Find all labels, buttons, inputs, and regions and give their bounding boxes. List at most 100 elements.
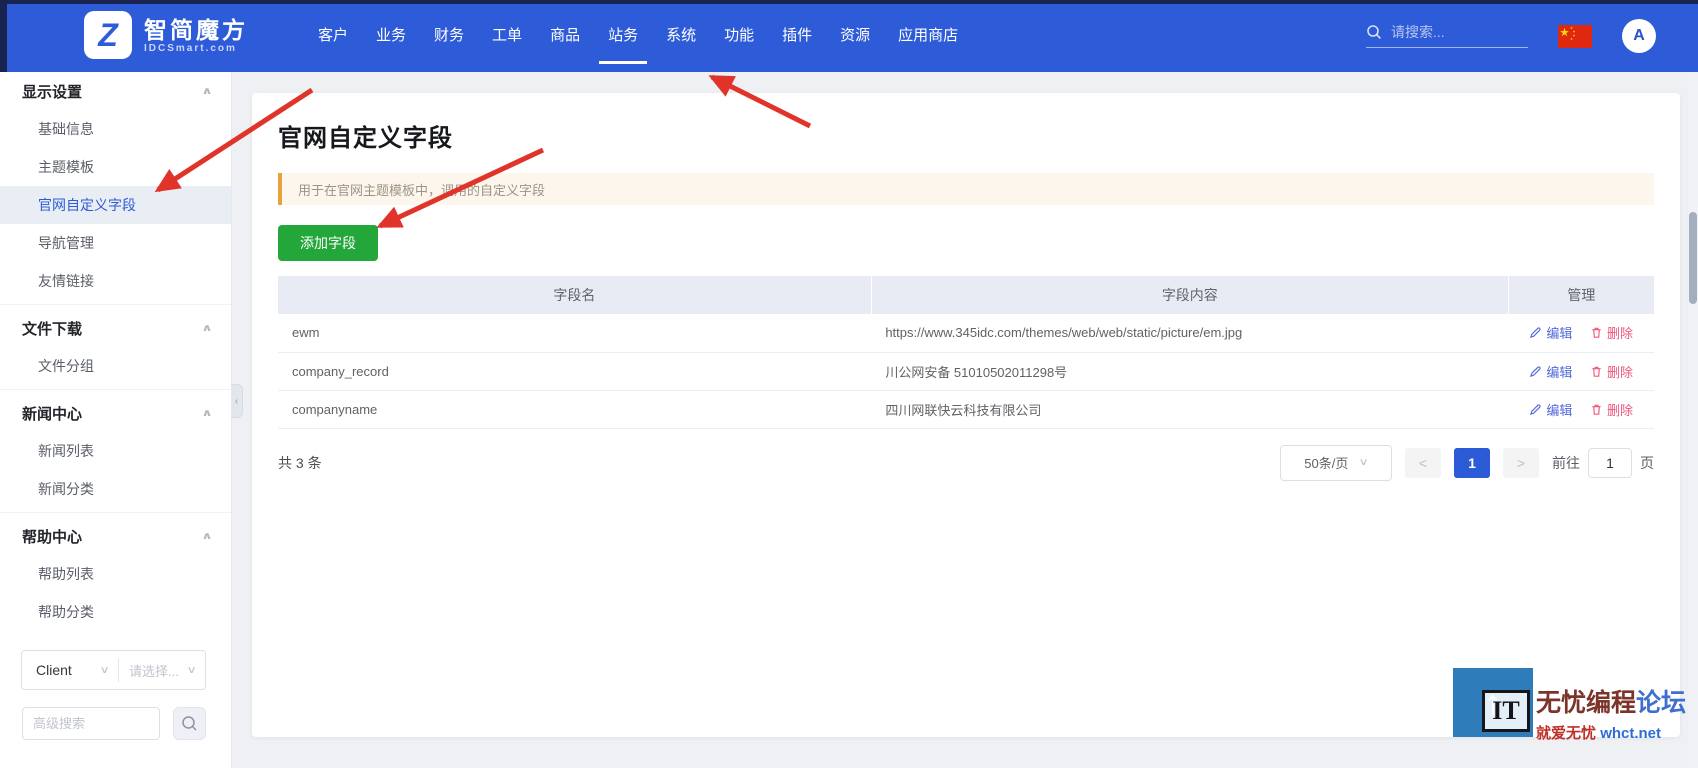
field-content-cell: 四川网联快云科技有限公司 bbox=[871, 390, 1508, 428]
content-card: 官网自定义字段 用于在官网主题模板中，调用的自定义字段 添加字段 字段名 字段内… bbox=[252, 93, 1680, 737]
section-title-label: 显示设置 bbox=[22, 81, 82, 102]
collapse-icon: ‹ bbox=[235, 396, 238, 407]
column-header-field-content: 字段内容 bbox=[871, 276, 1508, 314]
field-name-cell: ewm bbox=[278, 314, 871, 352]
china-flag-icon[interactable] bbox=[1558, 25, 1592, 48]
chevron-down-icon: ∨ bbox=[186, 665, 196, 676]
divider bbox=[0, 512, 231, 513]
goto-page-input[interactable] bbox=[1588, 448, 1632, 478]
sidebar-item-news-category[interactable]: 新闻分类 bbox=[0, 470, 231, 508]
nav-item-plugin[interactable]: 插件 bbox=[782, 0, 812, 72]
page-size-select[interactable]: 50条/页 ∨ bbox=[1280, 445, 1392, 481]
sidebar-filter-selects: Client ∨ 请选择... ∨ bbox=[21, 650, 206, 690]
divider bbox=[0, 389, 231, 390]
sidebar-item-friend-links[interactable]: 友情链接 bbox=[0, 262, 231, 300]
chevron-up-icon: ∧ bbox=[201, 408, 212, 419]
main-menu: 客户 业务 财务 工单 商品 站务 系统 功能 插件 资源 应用商店 bbox=[318, 0, 958, 72]
advanced-search-button[interactable] bbox=[173, 707, 206, 740]
watermark-text: 无忧编程论坛 就爱无忧 whct.net bbox=[1536, 690, 1686, 743]
notice-text: 用于在官网主题模板中，调用的自定义字段 bbox=[298, 180, 545, 199]
edit-button[interactable]: 编辑 bbox=[1529, 400, 1572, 419]
nav-item-customer[interactable]: 客户 bbox=[318, 0, 348, 72]
delete-button[interactable]: 删除 bbox=[1590, 362, 1633, 381]
section-title-label: 新闻中心 bbox=[22, 403, 82, 424]
filter-value-select[interactable]: 请选择... ∨ bbox=[118, 658, 205, 682]
add-field-button[interactable]: 添加字段 bbox=[278, 225, 378, 261]
table-row: company_record 川公网安备 51010502011298号 编辑 … bbox=[278, 352, 1654, 390]
nav-item-product[interactable]: 商品 bbox=[550, 0, 580, 72]
sidebar-section-news-center[interactable]: 新闻中心 ∧ bbox=[0, 394, 231, 432]
nav-item-appstore[interactable]: 应用商店 bbox=[898, 0, 958, 72]
page-number-button[interactable]: 1 bbox=[1454, 448, 1490, 478]
sidebar-item-news-list[interactable]: 新闻列表 bbox=[0, 432, 231, 470]
avatar[interactable]: A bbox=[1622, 19, 1656, 53]
pencil-icon bbox=[1529, 365, 1542, 378]
table-footer: 共 3 条 50条/页 ∨ < 1 > 前往 页 bbox=[278, 445, 1654, 481]
next-page-button[interactable]: > bbox=[1503, 448, 1539, 478]
scrollbar-thumb[interactable] bbox=[1689, 212, 1697, 304]
nav-item-site[interactable]: 站务 bbox=[608, 0, 638, 72]
trash-icon bbox=[1590, 326, 1603, 339]
nav-item-ticket[interactable]: 工单 bbox=[492, 0, 522, 72]
filter-type-select[interactable]: Client ∨ bbox=[22, 662, 118, 678]
pencil-icon bbox=[1529, 326, 1542, 339]
prev-page-button[interactable]: < bbox=[1405, 448, 1441, 478]
sidebar-section-help-center[interactable]: 帮助中心 ∧ bbox=[0, 517, 231, 555]
sidebar: 显示设置 ∧ 基础信息 主题模板 官网自定义字段 导航管理 友情链接 文件下载 … bbox=[0, 72, 232, 768]
trash-icon bbox=[1590, 365, 1603, 378]
navbar-right: A bbox=[1366, 0, 1656, 72]
avatar-letter: A bbox=[1633, 27, 1645, 45]
sidebar-item-help-list[interactable]: 帮助列表 bbox=[0, 555, 231, 593]
delete-button[interactable]: 删除 bbox=[1590, 400, 1633, 419]
search-icon bbox=[181, 715, 198, 732]
edit-button[interactable]: 编辑 bbox=[1529, 362, 1572, 381]
brand-text: 智简魔方 IDCSmart.com bbox=[144, 17, 248, 54]
filter-type-value: Client bbox=[36, 662, 72, 678]
search-icon bbox=[1366, 24, 1382, 40]
sidebar-item-theme-template[interactable]: 主题模板 bbox=[0, 148, 231, 186]
pagination: 50条/页 ∨ < 1 > 前往 页 bbox=[1280, 445, 1654, 481]
global-search-input[interactable] bbox=[1391, 24, 1511, 40]
field-content-cell: 川公网安备 51010502011298号 bbox=[871, 352, 1508, 390]
page-size-value: 50条/页 bbox=[1304, 453, 1348, 472]
fields-table: 字段名 字段内容 管理 ewm https://www.345idc.com/t… bbox=[278, 276, 1654, 429]
chevron-up-icon: ∧ bbox=[201, 323, 212, 334]
top-strip bbox=[0, 0, 1698, 4]
page: Z 智简魔方 IDCSmart.com 客户 业务 财务 工单 商品 站务 系统… bbox=[0, 0, 1698, 768]
sidebar-section-file-download[interactable]: 文件下载 ∧ bbox=[0, 309, 231, 347]
table-row: ewm https://www.345idc.com/themes/web/we… bbox=[278, 314, 1654, 352]
sidebar-item-custom-fields[interactable]: 官网自定义字段 bbox=[0, 186, 231, 224]
goto-page: 前往 页 bbox=[1552, 448, 1654, 478]
sidebar-collapse-handle[interactable]: ‹ bbox=[231, 384, 243, 418]
nav-item-finance[interactable]: 财务 bbox=[434, 0, 464, 72]
sidebar-item-help-category[interactable]: 帮助分类 bbox=[0, 593, 231, 631]
nav-item-system[interactable]: 系统 bbox=[666, 0, 696, 72]
advanced-search-input[interactable] bbox=[22, 707, 160, 740]
pencil-icon bbox=[1529, 403, 1542, 416]
it-logo: IT bbox=[1482, 690, 1530, 732]
trash-icon bbox=[1590, 403, 1603, 416]
global-search bbox=[1366, 24, 1528, 48]
sidebar-section-display-settings[interactable]: 显示设置 ∧ bbox=[0, 72, 231, 110]
table-row: companyname 四川网联快云科技有限公司 编辑 删除 bbox=[278, 390, 1654, 428]
brand-logo-icon: Z bbox=[84, 11, 132, 59]
notice-banner: 用于在官网主题模板中，调用的自定义字段 bbox=[278, 173, 1654, 205]
delete-button[interactable]: 删除 bbox=[1590, 323, 1633, 342]
edit-button[interactable]: 编辑 bbox=[1529, 323, 1572, 342]
divider bbox=[0, 304, 231, 305]
brand-name: 智简魔方 bbox=[144, 17, 248, 43]
nav-item-resource[interactable]: 资源 bbox=[840, 0, 870, 72]
chevron-up-icon: ∧ bbox=[201, 86, 212, 97]
nav-item-business[interactable]: 业务 bbox=[376, 0, 406, 72]
sidebar-item-file-group[interactable]: 文件分组 bbox=[0, 347, 231, 385]
sidebar-item-basic-info[interactable]: 基础信息 bbox=[0, 110, 231, 148]
nav-item-function[interactable]: 功能 bbox=[724, 0, 754, 72]
watermark-line1-blue: 论坛 bbox=[1636, 690, 1686, 717]
field-content-cell: https://www.345idc.com/themes/web/web/st… bbox=[871, 314, 1508, 352]
sidebar-item-nav-manage[interactable]: 导航管理 bbox=[0, 224, 231, 262]
chevron-down-icon: ∨ bbox=[1359, 457, 1369, 468]
top-navbar: Z 智简魔方 IDCSmart.com 客户 业务 财务 工单 商品 站务 系统… bbox=[0, 0, 1698, 72]
chevron-down-icon: ∨ bbox=[99, 665, 109, 676]
brand-logo[interactable]: Z 智简魔方 IDCSmart.com bbox=[84, 11, 248, 59]
field-name-cell: company_record bbox=[278, 352, 871, 390]
